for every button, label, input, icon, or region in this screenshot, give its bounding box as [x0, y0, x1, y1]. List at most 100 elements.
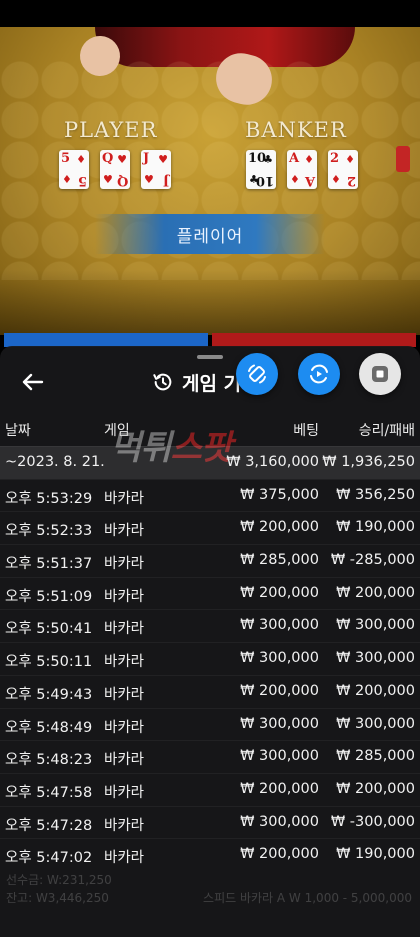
back-button[interactable]: [20, 370, 46, 394]
row-game: 바카라: [104, 654, 145, 671]
footer-balance: 잔고: W3,446,250: [6, 891, 109, 905]
card-suit: ♦: [290, 173, 300, 186]
player-card: Q ♥ Q ♥: [100, 150, 130, 189]
total-date: ~2023. 8. 21.: [5, 454, 105, 470]
replay-icon: [310, 364, 328, 384]
row-time: 오후 5:49:43: [5, 686, 93, 703]
table-row[interactable]: 오후 5:51:09 바카라 ₩ 200,000 ₩ 200,000: [0, 576, 420, 610]
row-game: 바카라: [104, 556, 145, 573]
table-row[interactable]: 오후 5:48:49 바카라 ₩ 300,000 ₩ 300,000: [0, 707, 420, 741]
back-arrow-icon: [22, 373, 44, 391]
total-result: ₩ 1,936,250: [322, 454, 415, 470]
card-rank: 2: [330, 151, 340, 166]
table-row[interactable]: 오후 5:49:43 바카라 ₩ 200,000 ₩ 200,000: [0, 674, 420, 708]
table-row[interactable]: 오후 5:47:02 바카라 ₩ 200,000 ₩ 190,000: [0, 838, 420, 871]
card-rank: J: [143, 151, 150, 166]
card-rank: 5: [77, 173, 87, 188]
table-row[interactable]: 오후 5:48:23 바카라 ₩ 300,000 ₩ 285,000: [0, 740, 420, 773]
row-result: ₩ 285,000: [336, 748, 415, 765]
row-bet: ₩ 200,000: [240, 519, 319, 536]
rotate-screen-button[interactable]: [236, 353, 278, 395]
card-suit: ♣: [249, 173, 259, 186]
sheet-drag-handle[interactable]: [197, 355, 223, 359]
card-suit: ♦: [345, 153, 355, 166]
row-bet: ₩ 200,000: [240, 584, 319, 601]
row-result: ₩ 300,000: [336, 650, 415, 667]
footer-table-limits: 스피드 바카라 A W 1,000 - 5,000,000: [203, 891, 412, 905]
row-result: ₩ -300,000: [330, 813, 415, 830]
row-game: 바카라: [104, 490, 145, 507]
stop-button[interactable]: [359, 353, 401, 395]
row-game: 바카라: [104, 784, 145, 801]
column-header-bet: 베팅: [293, 423, 319, 439]
total-bet: ₩ 3,160,000: [226, 454, 319, 470]
replay-button[interactable]: [298, 353, 340, 395]
table-row[interactable]: 오후 5:52:33 바카라 ₩ 200,000 ₩ 190,000: [0, 511, 420, 544]
row-result: ₩ 190,000: [336, 846, 415, 863]
card-suit: ♥: [103, 173, 113, 186]
row-game: 바카라: [104, 686, 145, 703]
column-header-date: 날짜: [5, 423, 31, 439]
row-bet: ₩ 200,000: [240, 846, 319, 863]
row-time: 오후 5:48:49: [5, 719, 93, 736]
card-suit: ♦: [331, 173, 341, 186]
history-list: ~2023. 8. 21. ₩ 3,160,000 ₩ 1,936,250 오후…: [0, 446, 420, 871]
table-row[interactable]: 오후 5:53:29 바카라 ₩ 375,000 ₩ 356,250: [0, 478, 420, 512]
card-suit: ♦: [304, 153, 314, 166]
row-time: 오후 5:53:29: [5, 490, 93, 507]
table-row[interactable]: 오후 5:50:11 바카라 ₩ 300,000 ₩ 300,000: [0, 642, 420, 675]
card-rank: A: [289, 151, 300, 166]
table-row[interactable]: 오후 5:51:37 바카라 ₩ 285,000 ₩ -285,000: [0, 544, 420, 577]
card-suit: ♦: [76, 153, 86, 166]
row-bet: ₩ 300,000: [240, 748, 319, 765]
banker-card: A ♦ A ♦: [287, 150, 317, 189]
row-time: 오후 5:52:33: [5, 523, 93, 540]
footer-deposit: 선수금: W:231,250: [6, 873, 112, 887]
row-result: ₩ 190,000: [336, 519, 415, 536]
total-row: ~2023. 8. 21. ₩ 3,160,000 ₩ 1,936,250: [0, 446, 420, 479]
row-game: 바카라: [104, 817, 145, 834]
card-suit: ♣: [263, 153, 273, 166]
row-bet: ₩ 200,000: [240, 780, 319, 797]
card-rank: Q: [102, 151, 114, 166]
row-bet: ₩ 200,000: [240, 682, 319, 699]
player-label: PLAYER: [64, 118, 158, 142]
table-row[interactable]: 오후 5:47:28 바카라 ₩ 300,000 ₩ -300,000: [0, 805, 420, 839]
stop-icon: [372, 366, 388, 382]
card-rank: A: [304, 173, 315, 188]
live-table-video: PLAYER BANKER 5 ♦ 5 ♦ Q ♥ Q ♥ J ♥ J ♥ 10 ♣ 10 ♣ A ♦ A ♦ 2 ♦ 2…: [0, 0, 420, 335]
column-header-game: 게임: [104, 423, 130, 439]
row-bet: ₩ 300,000: [240, 650, 319, 667]
row-time: 오후 5:47:02: [5, 850, 93, 867]
card-rank: J: [162, 173, 169, 188]
player-card: 5 ♦ 5 ♦: [59, 150, 89, 189]
player-card: J ♥ J ♥: [141, 150, 171, 189]
row-result: ₩ 356,250: [336, 486, 415, 503]
row-game: 바카라: [104, 621, 145, 638]
row-bet: ₩ 300,000: [240, 617, 319, 634]
card-shoe: [396, 146, 410, 172]
row-bet: ₩ 285,000: [240, 552, 319, 569]
row-bet: ₩ 300,000: [240, 715, 319, 732]
history-rows: 오후 5:53:29 바카라 ₩ 375,000 ₩ 356,250 오후 5:52:3…: [0, 478, 420, 871]
top-bar: [0, 0, 420, 27]
felt-shadow: [0, 270, 420, 335]
banker-bet-strip[interactable]: [212, 333, 416, 347]
row-game: 바카라: [104, 850, 145, 867]
row-game: 바카라: [104, 588, 145, 605]
table-row[interactable]: 오후 5:50:41 바카라 ₩ 300,000 ₩ 300,000: [0, 609, 420, 642]
row-time: 오후 5:47:28: [5, 817, 93, 834]
row-time: 오후 5:50:41: [5, 621, 93, 638]
player-bet-strip[interactable]: [4, 333, 208, 347]
card-rank: 5: [61, 151, 71, 166]
banker-card: 2 ♦ 2 ♦: [328, 150, 358, 189]
card-suit: ♦: [62, 173, 72, 186]
result-label: 플레이어: [176, 226, 244, 247]
row-game: 바카라: [104, 719, 145, 736]
row-time: 오후 5:51:37: [5, 556, 93, 573]
row-time: 오후 5:50:11: [5, 654, 93, 671]
table-row[interactable]: 오후 5:47:58 바카라 ₩ 200,000 ₩ 200,000: [0, 772, 420, 806]
card-suit: ♥: [158, 153, 168, 166]
row-bet: ₩ 375,000: [240, 486, 319, 503]
row-game: 바카라: [104, 752, 145, 769]
